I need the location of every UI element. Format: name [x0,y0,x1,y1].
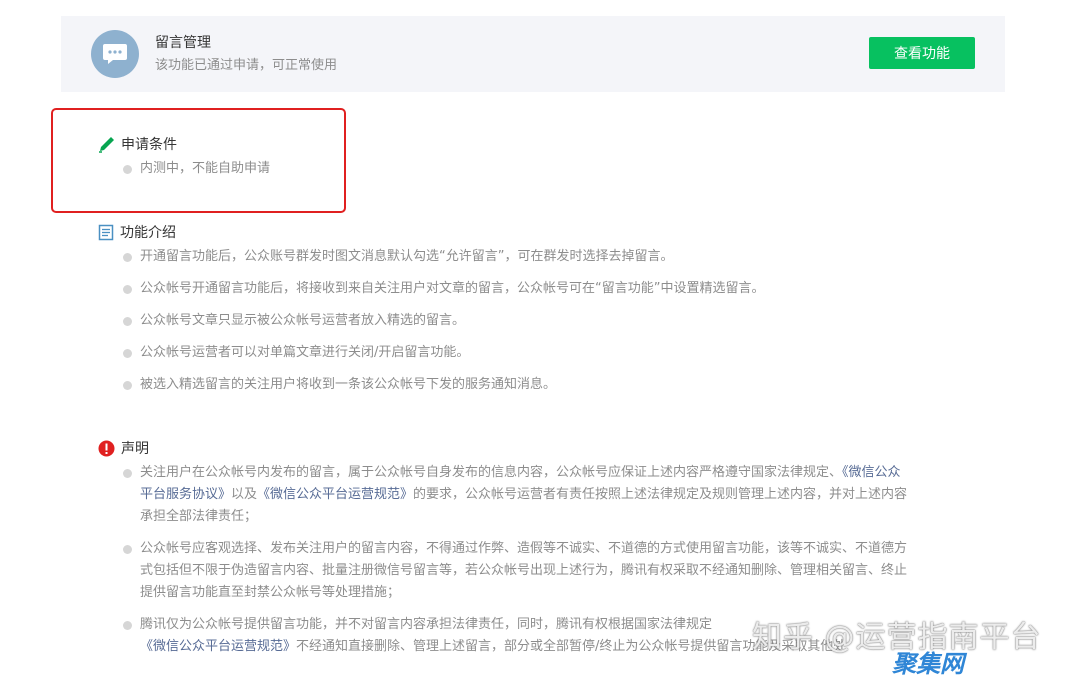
view-feature-button[interactable]: 查看功能 [869,37,975,69]
list-item: 内测中，不能自助申请 [123,158,270,180]
list-item: 公众帐号开通留言功能后，将接收到来自关注用户对文章的留言，公众帐号可在“留言功能… [123,278,764,300]
feature-status: 该功能已通过申请，可正常使用 [155,58,338,73]
platform-service-agreement-link-cont[interactable]: 平台服务协议》 [140,487,231,502]
list-item: 公众帐号文章只显示被公众帐号运营者放入精选的留言。 [123,310,465,332]
platform-operation-rules-link[interactable]: 《微信公众平台运营规范》 [257,487,413,502]
intro-heading-label: 功能介绍 [120,225,176,241]
statement-paragraph: 公众帐号应客观选择、发布关注用户的留言内容，不得通过作弊、造假等不诚实、不道德的… [123,538,973,604]
chat-bubble-icon [91,30,139,78]
platform-operation-rules-link-2[interactable]: 《微信公众平台运营规范》 [140,639,296,654]
list-item: 公众帐号运营者可以对单篇文章进行关闭/开启留言功能。 [123,342,469,364]
conditions-heading-label: 申请条件 [121,137,177,153]
document-icon [98,224,114,241]
site-logo-watermark: 聚集网 [892,650,964,678]
conditions-heading: 申请条件 [98,134,177,154]
feature-card: 留言管理 该功能已通过申请，可正常使用 查看功能 [61,16,1005,92]
feature-title: 留言管理 [155,35,211,51]
statement-heading-label: 声明 [121,441,149,457]
intro-heading: 功能介绍 [98,222,176,242]
pen-icon [98,136,115,153]
statement-paragraph: 关注用户在公众帐号内发布的留言，属于公众帐号自身发布的信息内容，公众帐号应保证上… [123,462,973,528]
platform-service-agreement-link[interactable]: 《微信公众 [842,465,901,480]
list-item: 开通留言功能后，公众账号群发时图文消息默认勾选“允许留言”，可在群发时选择去掉留… [123,246,673,268]
list-item: 被选入精选留言的关注用户将收到一条该公众帐号下发的服务通知消息。 [123,374,556,396]
exclamation-icon [98,440,115,457]
statement-heading: 声明 [98,438,149,458]
